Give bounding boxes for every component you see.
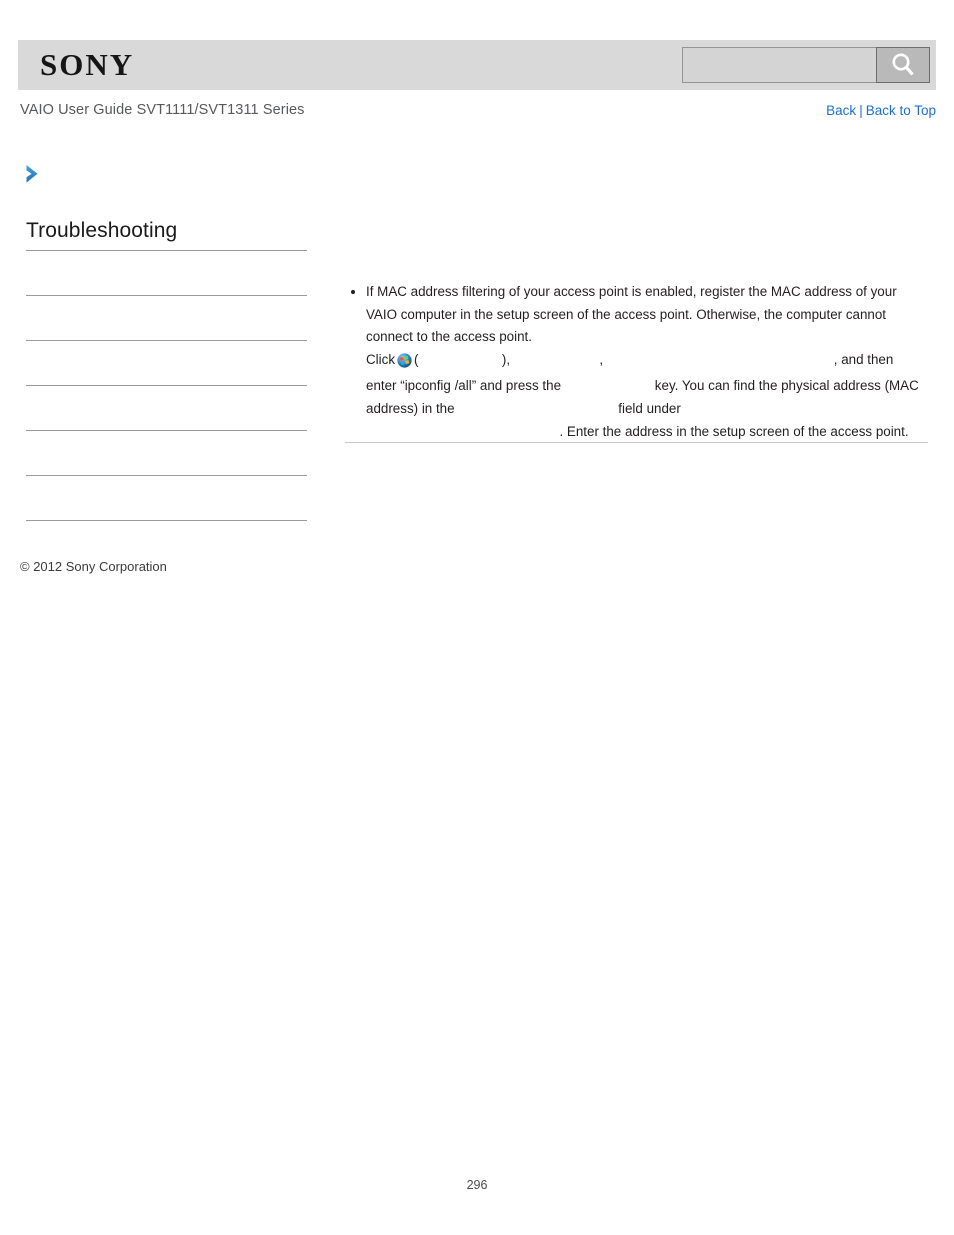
comma-2: ,: [599, 351, 604, 367]
content-paragraph-3: enter “ipconfig /all” and press the Ente…: [366, 375, 928, 420]
sidebar-navigation: Troubleshooting: [26, 219, 307, 521]
click-label: Click: [366, 351, 396, 367]
site-header-bar: SONY: [18, 40, 936, 90]
field-under-label: field under: [618, 400, 681, 416]
content-divider: [345, 442, 928, 443]
sidebar-item-1[interactable]: [26, 251, 307, 295]
search-group: [682, 47, 930, 83]
paren-open: (: [414, 351, 419, 367]
search-button[interactable]: [876, 47, 930, 83]
comma-1: ,: [506, 351, 511, 367]
nav-separator: |: [859, 103, 863, 118]
and-then-label: , and then: [833, 351, 894, 367]
guide-title: VAIO User Guide SVT1111/SVT1311 Series: [20, 102, 305, 118]
windows-start-orb-icon[interactable]: [397, 353, 412, 376]
page-title: Troubleshooting: [26, 219, 178, 242]
header-nav-links: Back | Back to Top: [826, 103, 936, 118]
enter-command-label: enter “ipconfig /all” and press the: [366, 378, 562, 394]
sidebar-item-3[interactable]: [26, 341, 307, 385]
final-sentence-label: . Enter the address in the setup screen …: [559, 423, 909, 439]
main-content: If MAC address filtering of your access …: [345, 281, 928, 443]
document-page: SONY VAIO User Guide SVT1111/SVT1311 Ser…: [0, 0, 954, 1235]
sidebar-divider: [26, 520, 307, 521]
sony-logo: SONY: [40, 47, 135, 82]
content-paragraph-1: If MAC address filtering of your access …: [366, 284, 897, 345]
bullet-dot: [351, 290, 355, 294]
back-link[interactable]: Back: [826, 103, 856, 118]
back-to-top-link[interactable]: Back to Top: [866, 103, 936, 118]
sidebar-item-6[interactable]: [26, 476, 307, 520]
search-magnifier-icon: [888, 50, 918, 80]
page-number: 296: [466, 1178, 488, 1192]
search-input[interactable]: [682, 47, 876, 83]
content-paragraph-2: Click (), , , and then: [366, 349, 928, 376]
sidebar-item-4[interactable]: [26, 386, 307, 430]
list-item: If MAC address filtering of your access …: [345, 281, 928, 443]
blue-chevron-right-icon[interactable]: [23, 162, 45, 186]
sidebar-item-2[interactable]: [26, 296, 307, 340]
sidebar-item-5[interactable]: [26, 431, 307, 475]
content-paragraph-4: . Enter the address in the setup screen …: [366, 421, 928, 444]
copyright-notice: © 2012 Sony Corporation: [20, 559, 167, 574]
